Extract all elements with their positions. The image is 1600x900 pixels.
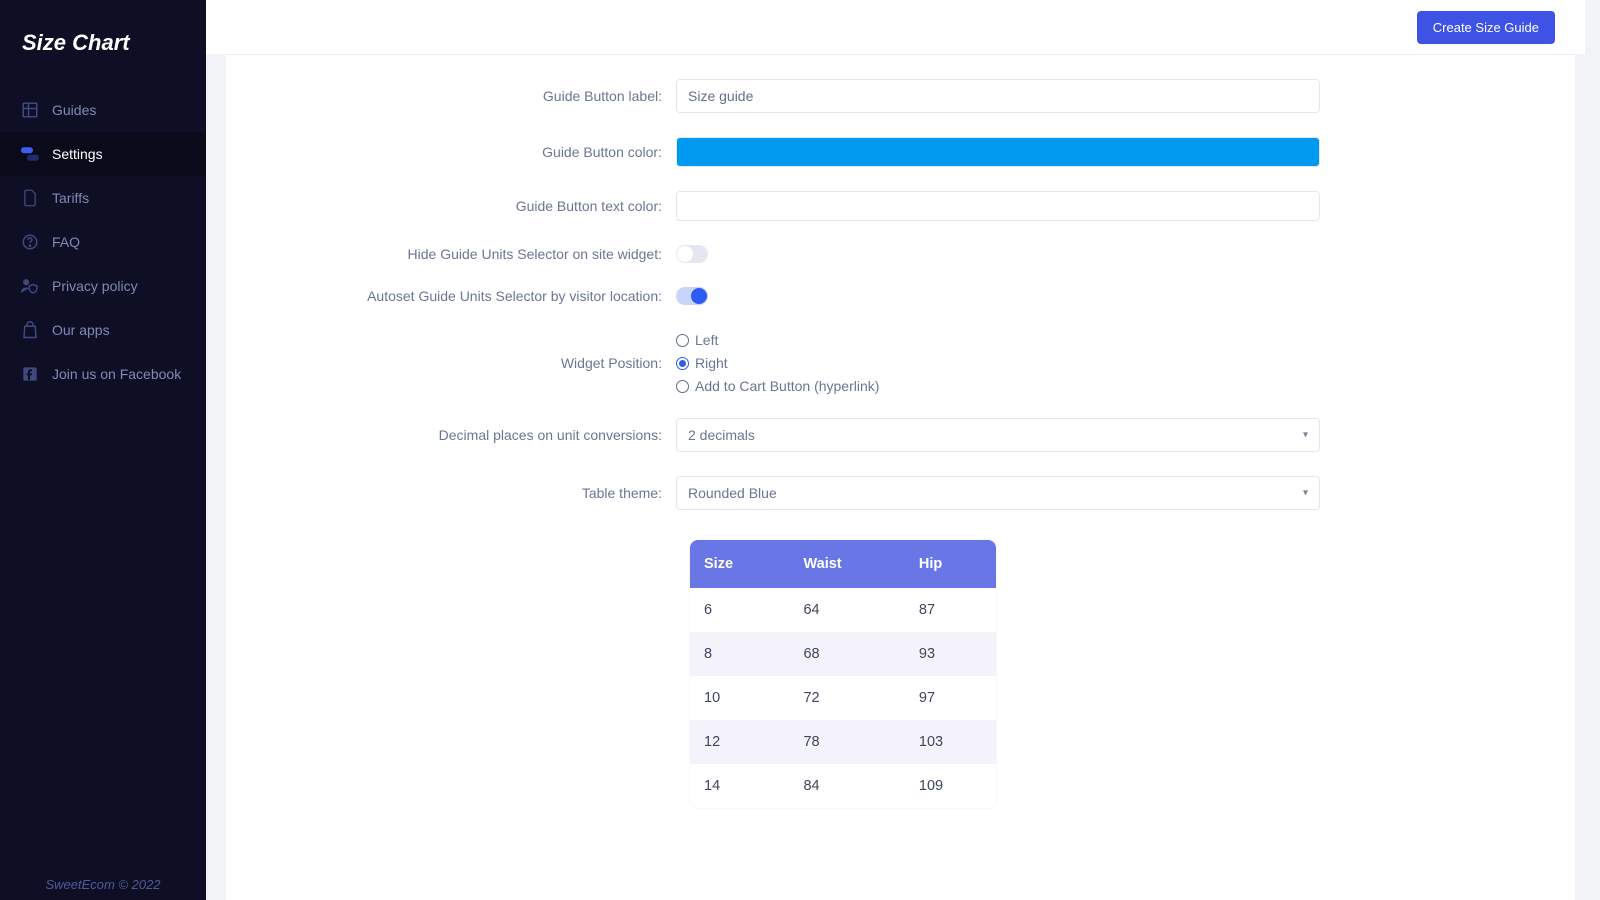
- table-cell: 68: [789, 632, 904, 676]
- table-cell: 87: [905, 588, 996, 632]
- size-guide-preview-table: Size Waist Hip 6 64 87 8 68 93 10: [690, 540, 996, 808]
- table-row: 12 78 103: [690, 720, 996, 764]
- table-cell: 14: [690, 764, 789, 808]
- table-cell: 109: [905, 764, 996, 808]
- table-cell: 93: [905, 632, 996, 676]
- table-row: 14 84 109: [690, 764, 996, 808]
- sidebar-item-faq[interactable]: FAQ: [0, 220, 206, 264]
- widget-position-label: Widget Position:: [226, 337, 676, 371]
- sidebar-nav: Guides Settings Tariffs FAQ Privacy poli: [0, 88, 206, 396]
- table-row: 8 68 93: [690, 632, 996, 676]
- widget-position-left[interactable]: Left: [676, 332, 1320, 348]
- sidebar-item-tariffs[interactable]: Tariffs: [0, 176, 206, 220]
- guide-button-label-input[interactable]: [676, 79, 1320, 113]
- table-cell: 78: [789, 720, 904, 764]
- radio-icon: [676, 357, 689, 370]
- facebook-icon: [20, 364, 40, 384]
- guide-button-label-label: Guide Button label:: [226, 88, 676, 104]
- radio-label: Right: [695, 355, 728, 371]
- table-header-hip: Hip: [905, 540, 996, 588]
- table-cell: 84: [789, 764, 904, 808]
- hide-units-label: Hide Guide Units Selector on site widget…: [226, 246, 676, 262]
- radio-label: Left: [695, 332, 718, 348]
- table-header-size: Size: [690, 540, 789, 588]
- table-cell: 12: [690, 720, 789, 764]
- user-shield-icon: [20, 276, 40, 296]
- toggle-icon: [20, 144, 40, 164]
- settings-panel: Guide Button label: Guide Button color: …: [226, 54, 1575, 900]
- widget-position-radiogroup: Left Right Add to Cart Button (hyperlink…: [676, 332, 1320, 394]
- radio-label: Add to Cart Button (hyperlink): [695, 378, 879, 394]
- table-cell: 103: [905, 720, 996, 764]
- table-cell: 97: [905, 676, 996, 720]
- table-cell: 64: [789, 588, 904, 632]
- table-cell: 6: [690, 588, 789, 632]
- autoset-units-label: Autoset Guide Units Selector by visitor …: [226, 288, 676, 304]
- grid-icon: [20, 100, 40, 120]
- decimal-places-select[interactable]: 2 decimals: [676, 418, 1320, 452]
- decimal-places-label: Decimal places on unit conversions:: [226, 427, 676, 443]
- guide-button-text-color-label: Guide Button text color:: [226, 198, 676, 214]
- sidebar-item-privacy[interactable]: Privacy policy: [0, 264, 206, 308]
- autoset-units-toggle[interactable]: [676, 287, 708, 305]
- widget-position-cart[interactable]: Add to Cart Button (hyperlink): [676, 378, 1320, 394]
- create-size-guide-button[interactable]: Create Size Guide: [1417, 11, 1555, 44]
- sidebar-item-label: Join us on Facebook: [52, 366, 181, 382]
- sidebar-item-label: Privacy policy: [52, 278, 138, 294]
- sidebar-item-facebook[interactable]: Join us on Facebook: [0, 352, 206, 396]
- file-icon: [20, 188, 40, 208]
- guide-button-color-input[interactable]: [676, 137, 1320, 167]
- sidebar: Size Chart Guides Settings Tariffs FAQ: [0, 0, 206, 900]
- bag-icon: [20, 320, 40, 340]
- widget-position-right[interactable]: Right: [676, 355, 1320, 371]
- sidebar-item-label: Tariffs: [52, 190, 89, 206]
- help-icon: [20, 232, 40, 252]
- table-cell: 72: [789, 676, 904, 720]
- radio-icon: [676, 334, 689, 347]
- guide-button-text-color-input[interactable]: [676, 191, 1320, 221]
- table-theme-select[interactable]: Rounded Blue: [676, 476, 1320, 510]
- hide-units-toggle[interactable]: [676, 245, 708, 263]
- sidebar-item-ourapps[interactable]: Our apps: [0, 308, 206, 352]
- table-row: 6 64 87: [690, 588, 996, 632]
- sidebar-item-label: Our apps: [52, 322, 110, 338]
- table-header-row: Size Waist Hip: [690, 540, 996, 588]
- table-cell: 8: [690, 632, 789, 676]
- app-logo: Size Chart: [0, 0, 206, 78]
- table-header-waist: Waist: [789, 540, 904, 588]
- sidebar-item-label: Settings: [52, 146, 103, 162]
- sidebar-item-label: Guides: [52, 102, 96, 118]
- sidebar-item-label: FAQ: [52, 234, 80, 250]
- sidebar-item-guides[interactable]: Guides: [0, 88, 206, 132]
- table-row: 10 72 97: [690, 676, 996, 720]
- radio-icon: [676, 380, 689, 393]
- guide-button-color-label: Guide Button color:: [226, 144, 676, 160]
- table-theme-label: Table theme:: [226, 485, 676, 501]
- table-cell: 10: [690, 676, 789, 720]
- sidebar-item-settings[interactable]: Settings: [0, 132, 206, 176]
- topbar: Create Size Guide: [206, 0, 1585, 54]
- sidebar-footer: SweetEcom © 2022: [0, 869, 206, 900]
